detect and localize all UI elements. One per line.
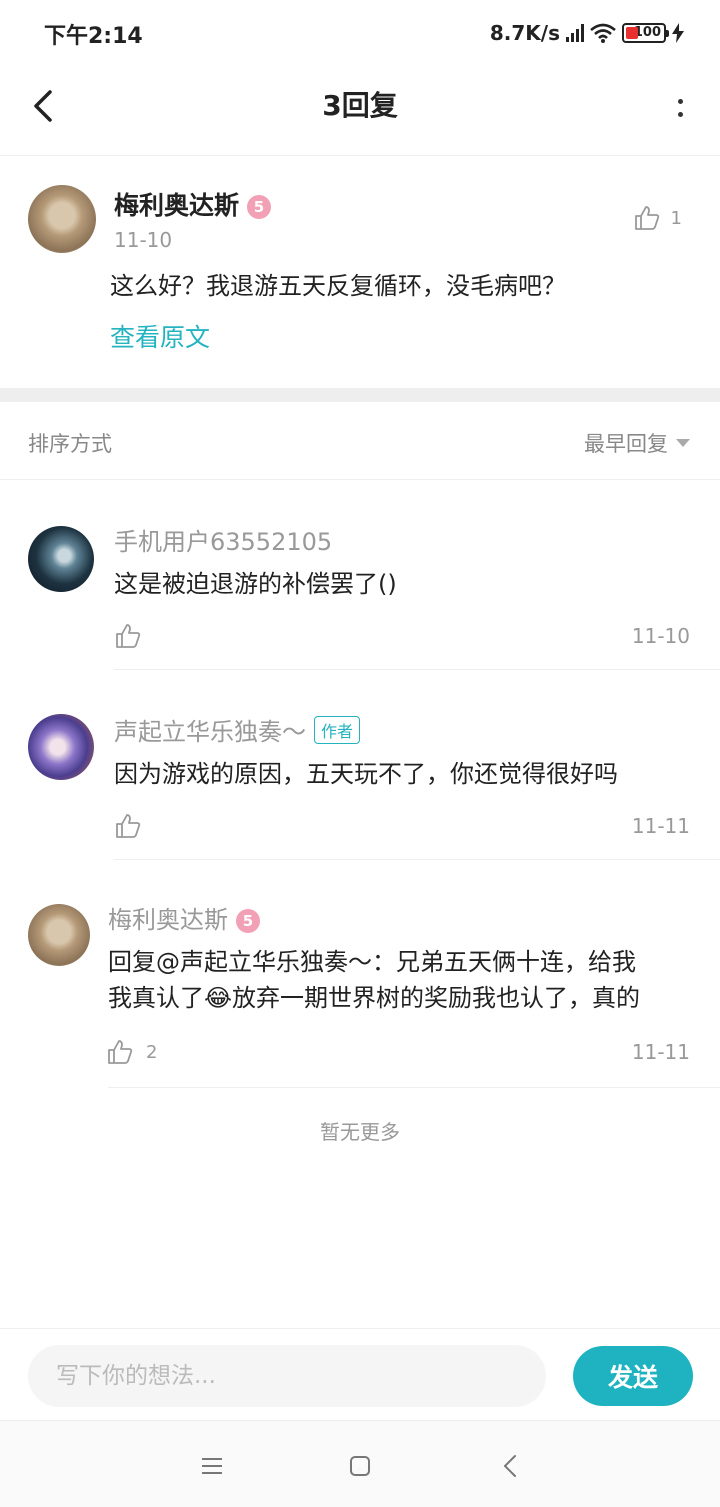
- thumbs-up-icon: [108, 1040, 133, 1064]
- sort-bar: 排序方式 最早回复: [0, 402, 720, 480]
- view-original-link[interactable]: 查看原文: [110, 318, 210, 354]
- reply-author[interactable]: 梅利奥达斯 5: [108, 900, 260, 935]
- like-button[interactable]: 1: [633, 204, 682, 232]
- divider: [114, 669, 720, 670]
- reply-author[interactable]: 手机用户63552105: [114, 522, 332, 557]
- no-more-text: 暂无更多: [320, 1120, 400, 1144]
- page-title: 3回复: [322, 89, 398, 122]
- avatar[interactable]: [28, 526, 94, 592]
- level-badge: 5: [247, 195, 272, 219]
- main-comment-date: 11-10: [114, 228, 173, 252]
- author-name: 声起立华乐独奏～: [114, 718, 306, 746]
- author-name: 梅利奥达斯: [114, 191, 240, 220]
- system-nav-bar: [0, 1420, 720, 1507]
- like-button[interactable]: [114, 622, 142, 650]
- reply-date: 11-11: [631, 1040, 690, 1064]
- like-button[interactable]: 2: [106, 1038, 157, 1066]
- sort-selected: 最早回复: [584, 432, 668, 456]
- caret-down-icon: [676, 439, 690, 447]
- reply-item: 手机用户63552105 这是被迫退游的补偿罢了() 11-10: [0, 500, 720, 670]
- sort-label: 排序方式: [28, 432, 112, 456]
- more-dot: [677, 112, 683, 117]
- main-comment-text: 这么好？我退游五天反复循环，没毛病吧？: [110, 272, 566, 300]
- main-comment-author[interactable]: 梅利奥达斯 5: [114, 186, 272, 222]
- like-count: 1: [670, 207, 682, 229]
- status-indicators: 8.7K/s 100: [490, 18, 684, 48]
- thumbs-up-icon: [634, 206, 659, 230]
- section-divider: [0, 388, 720, 402]
- reply-text-line: 回复@声起立华乐独奏～：兄弟五天俩十连，给我: [108, 948, 636, 976]
- thumbs-up-icon: [116, 814, 141, 838]
- avatar[interactable]: [28, 185, 96, 253]
- reply-item: 声起立华乐独奏～ 作者 因为游戏的原因，五天玩不了，你还觉得很好吗 11-11: [0, 690, 720, 860]
- reply-author[interactable]: 声起立华乐独奏～ 作者: [114, 712, 361, 747]
- reply-text: 回复@声起立华乐独奏～：兄弟五天俩十连，给我 我真认了😂放弃一期世界树的奖励我也…: [108, 944, 708, 1016]
- header: 3回复: [0, 66, 720, 156]
- wifi-icon: [590, 23, 616, 43]
- network-speed: 8.7K/s: [489, 21, 560, 45]
- charging-icon: [672, 23, 684, 43]
- reply-date: 11-10: [631, 624, 690, 648]
- author-name: 梅利奥达斯: [108, 906, 228, 934]
- comment-input[interactable]: [28, 1345, 546, 1407]
- avatar[interactable]: [28, 714, 94, 780]
- nav-back-button[interactable]: [496, 1451, 526, 1481]
- reply-text: 因为游戏的原因，五天玩不了，你还觉得很好吗: [114, 760, 618, 788]
- battery-icon: 100: [622, 23, 669, 43]
- level-badge: 5: [236, 909, 260, 933]
- comment-input-bar: 发送: [0, 1328, 720, 1420]
- reply-item: 梅利奥达斯 5 回复@声起立华乐独奏～：兄弟五天俩十连，给我 我真认了😂放弃一期世…: [0, 880, 720, 1090]
- divider: [114, 859, 720, 860]
- signal-icon: [566, 24, 584, 42]
- more-dot: [677, 99, 683, 104]
- divider: [108, 1087, 720, 1088]
- like-button[interactable]: [114, 812, 142, 840]
- reply-text-line: 我真认了😂放弃一期世界树的奖励我也认了，真的: [108, 984, 641, 1012]
- author-tag: 作者: [314, 716, 361, 744]
- status-time: 下午2:14: [44, 24, 143, 49]
- home-button[interactable]: [345, 1451, 375, 1481]
- send-button[interactable]: 发送: [573, 1346, 693, 1406]
- like-count: 2: [146, 1041, 158, 1063]
- home-square-icon: [350, 1456, 370, 1476]
- reply-text: 这是被迫退游的补偿罢了(): [114, 570, 397, 598]
- back-triangle-icon: [504, 1455, 516, 1477]
- menu-button[interactable]: [197, 1451, 227, 1481]
- thumbs-up-icon: [116, 624, 141, 648]
- avatar[interactable]: [28, 904, 90, 966]
- status-bar: 下午2:14 8.7K/s 100: [0, 0, 720, 66]
- menu-icon: [202, 1458, 222, 1474]
- sort-dropdown[interactable]: 最早回复: [584, 428, 690, 458]
- reply-date: 11-11: [631, 814, 690, 838]
- more-options-button[interactable]: [670, 88, 690, 128]
